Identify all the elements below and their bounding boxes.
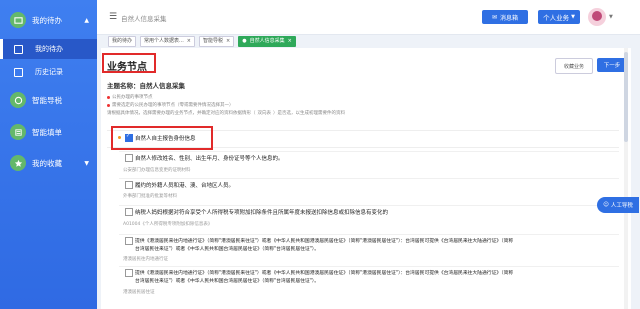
message-box-label: 消息箱 — [500, 14, 519, 22]
sidebar-item-label: 智能填单 — [32, 127, 62, 137]
sidebar-subitem-label: 历史记录 — [35, 68, 63, 76]
mail-icon: ✉ — [491, 13, 497, 21]
sidebar-subitem-todo[interactable]: 我的待办 — [0, 39, 97, 59]
scrollbar-thumb[interactable] — [624, 52, 628, 142]
square-icon — [14, 44, 23, 54]
row-subtext: A01004《个人所得税专项附加扣除信息表》 — [123, 222, 213, 227]
note-text: ）是否选，以生成初理需要件的资料 — [273, 111, 345, 116]
form-icon — [10, 124, 26, 140]
row-subtext: 港澳居民往内地通行证 — [123, 257, 168, 262]
square-icon — [14, 67, 23, 77]
row-checkbox[interactable] — [125, 208, 133, 216]
note-text: 公民办理的事项节点 — [112, 95, 153, 100]
theme-name: 主题名称：自然人信息采集 — [107, 82, 185, 90]
note-box-label: 双向表 — [257, 111, 272, 116]
sidebar-item-label: 我的收藏 — [32, 158, 62, 168]
row-title: 纳税人妈妈根据对符合享受个人所得税专项附加扣除条件且所属年度未报送扣除信息或扣除… — [135, 210, 389, 216]
close-icon[interactable]: × — [288, 38, 292, 45]
breadcrumb: 我的待办 常用个人数据表... × 智能导税 × ● 自然人信息采集 × — [108, 36, 296, 47]
row-checkbox[interactable] — [125, 237, 133, 245]
sidebar-item-todo[interactable]: 我的待办 ▲ — [0, 6, 97, 34]
chevron-down-icon: ▼ — [571, 14, 575, 20]
inbox-icon — [10, 12, 26, 28]
note-required: 公民办理的事项节点 — [107, 94, 153, 100]
sidebar-item-label: 我的待办 — [32, 15, 62, 25]
sidebar-item-favorites[interactable]: 我的收藏 ▼ — [0, 149, 97, 177]
user-menu-label: 个人业务 — [543, 14, 570, 22]
row-checkbox[interactable] — [125, 269, 133, 277]
note-instruction: 请根据具体情况，选择需要办理的业务节点，并确定对应的资料依据情形（ 双向表 ）是否选… — [107, 110, 345, 116]
menu-toggle-icon[interactable]: ☰ — [109, 12, 117, 22]
main-panel: 业务节点 收藏业务 下一步 主题名称：自然人信息采集 公民办理的事项节点 需要选… — [101, 48, 631, 309]
breadcrumb-label: 智能导税 — [203, 38, 224, 44]
compass-icon — [10, 92, 26, 108]
next-button[interactable]: 下一步 — [597, 58, 627, 72]
headset-icon: ☺ — [603, 202, 609, 208]
required-dot-icon — [107, 103, 110, 107]
sidebar-item-label: 智能导税 — [32, 95, 62, 105]
breadcrumb-tab-todo[interactable]: 我的待办 — [108, 36, 137, 47]
sidebar-subitem-history[interactable]: 历史记录 — [0, 62, 97, 82]
star-icon — [10, 155, 26, 171]
row-title: 提供《港澳居民来往内地通行证》（简称"港澳居民来往证"）或者《中华人民共和国港澳… — [135, 271, 514, 276]
manual-guide-label: 人工导税 — [610, 203, 633, 209]
row-title: 提供《港澳居民来往内地通行证》（简称"港澳居民来往证"）或者《中华人民共和国港澳… — [135, 239, 514, 244]
section-title: 业务节点 — [107, 62, 147, 73]
active-dot-icon: ● — [242, 38, 247, 44]
user-menu-button[interactable]: 个人业务 ▼ — [538, 10, 580, 24]
required-dot-icon — [107, 95, 110, 99]
breadcrumb-label: 自然人信息采集 — [249, 38, 285, 44]
row-title: 履约的外籍人员和港、澳、台地区人员。 — [135, 183, 235, 189]
avatar-caret-icon[interactable]: ▼ — [609, 14, 613, 20]
sidebar-subitem-label: 我的待办 — [35, 45, 63, 53]
row-subtext: 港澳居民居住证 — [123, 290, 155, 295]
favorite-button[interactable]: 收藏业务 — [555, 58, 593, 74]
breadcrumb-tab-data[interactable]: 常用个人数据表... × — [140, 36, 195, 47]
message-box-button[interactable]: ✉ 消息箱 — [482, 10, 528, 24]
row-title: 自然人修改姓名、性别、出生年月、身份证号等个人信息的。 — [135, 156, 284, 162]
note-choose: 需要选定的公民办理的事项节点（零或需要件情况选择其一） — [107, 102, 234, 108]
chevron-down-icon: ▼ — [84, 159, 89, 167]
note-text: 请根据具体情况，选择需要办理的业务节点，并确定对应的资料依据情形（ — [107, 111, 256, 116]
manual-guide-button[interactable]: ☺ 人工导税 — [597, 197, 639, 213]
page-title: 自然人信息采集 — [121, 15, 167, 23]
top-bar: ☰ 自然人信息采集 ✉ 消息箱 个人业务 ▼ ▼ — [97, 0, 640, 35]
close-icon[interactable]: × — [226, 38, 230, 45]
row-subtext: 外事部门批准的批复等材料 — [123, 194, 177, 199]
row-checkbox[interactable] — [125, 181, 133, 189]
row-title-continued: 台湾居民往来证"）或者《中华人民共和国台湾居民居住证》（简称"台湾居民居住证"）… — [135, 247, 320, 252]
breadcrumb-tab-guide[interactable]: 智能导税 × — [199, 36, 235, 47]
breadcrumb-tab-current[interactable]: ● 自然人信息采集 × — [238, 36, 296, 47]
row-subtext: 公安部门办理信息变更的证明材料 — [123, 168, 191, 173]
row-title-continued: 台湾居民往来证"）或者《中华人民共和国台湾居民居住证》（简称"台湾居民居住证"）… — [135, 279, 320, 284]
highlight-box — [111, 126, 213, 150]
avatar[interactable] — [588, 8, 606, 26]
sidebar-item-guide[interactable]: 智能导税 — [0, 86, 97, 114]
breadcrumb-label: 常用个人数据表... — [144, 38, 184, 44]
breadcrumb-label: 我的待办 — [112, 38, 133, 44]
note-text: 需要选定的公民办理的事项节点（零或需要件情况选择其一） — [112, 103, 234, 108]
close-icon[interactable]: × — [187, 38, 191, 45]
sidebar-item-form[interactable]: 智能填单 — [0, 118, 97, 146]
chevron-up-icon: ▲ — [84, 16, 89, 24]
sidebar: 我的待办 ▲ 我的待办 历史记录 智能导税 智能填单 我的收藏 ▼ — [0, 0, 97, 309]
row-checkbox[interactable] — [125, 154, 133, 162]
